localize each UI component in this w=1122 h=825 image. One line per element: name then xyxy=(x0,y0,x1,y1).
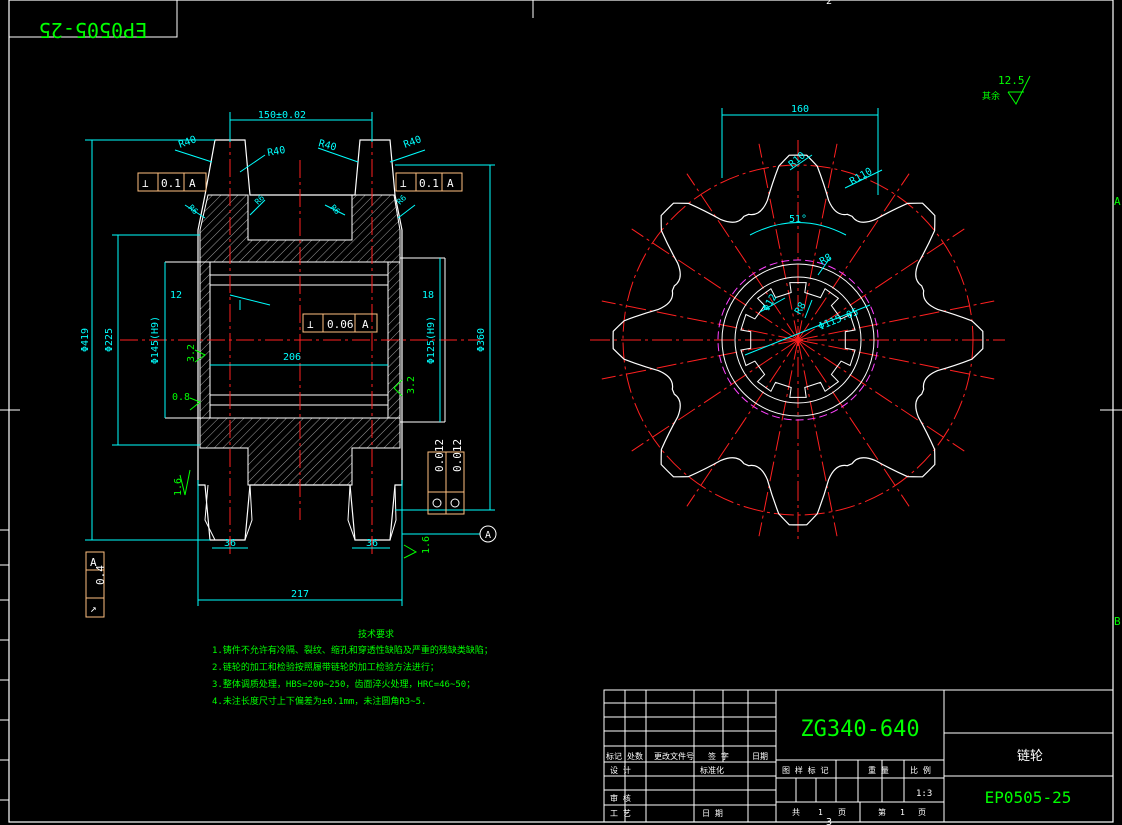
cad-drawing: 2 3 A B EP0505-25 12.5 其余 150±0.02 R40 R… xyxy=(0,0,1122,825)
svg-text:18: 18 xyxy=(422,290,434,301)
svg-text:R110: R110 xyxy=(848,166,874,188)
svg-text:工 艺: 工 艺 xyxy=(610,809,631,818)
svg-text:12.5: 12.5 xyxy=(998,74,1025,87)
svg-text:1:3: 1:3 xyxy=(916,789,932,799)
svg-text:R40: R40 xyxy=(267,145,287,159)
svg-text:1: 1 xyxy=(900,808,905,817)
svg-text:Φ419: Φ419 xyxy=(80,328,91,352)
drawing-number-top: EP0505-25 xyxy=(39,18,147,42)
svg-text:处数: 处数 xyxy=(627,751,643,761)
svg-text:3.2: 3.2 xyxy=(406,376,417,394)
title-block-text: 标记 处数 更改文件号 签 字 日期 设 计 标准化 审 核 工 艺 日 期 图… xyxy=(606,751,932,818)
svg-text:↗: ↗ xyxy=(90,602,97,615)
svg-text:页: 页 xyxy=(918,808,926,817)
svg-text:R8: R8 xyxy=(818,252,834,268)
svg-text:R6: R6 xyxy=(187,203,200,216)
svg-text:R6: R6 xyxy=(329,203,342,216)
drawing-number-label: EP0505-25 xyxy=(985,788,1072,807)
svg-text:图 样 标 记: 图 样 标 记 xyxy=(782,765,828,775)
svg-text:R40: R40 xyxy=(402,134,423,151)
radial-centerline xyxy=(797,339,965,452)
left-margin-ticks xyxy=(0,529,9,801)
svg-text:日期: 日期 xyxy=(752,752,768,761)
svg-text:1.6: 1.6 xyxy=(173,478,184,496)
svg-text:审 核: 审 核 xyxy=(610,793,631,803)
svg-text:更改文件号: 更改文件号 xyxy=(654,751,694,761)
svg-text:0.8: 0.8 xyxy=(172,392,190,403)
datum-a-label: A xyxy=(485,530,491,541)
radial-centerline xyxy=(631,228,799,341)
frame-mark-bottom: 3 xyxy=(826,817,832,825)
svg-text:标准化: 标准化 xyxy=(700,765,724,775)
svg-text:R40: R40 xyxy=(177,134,198,151)
svg-text:160: 160 xyxy=(791,104,809,115)
svg-text:其余: 其余 xyxy=(982,90,1000,102)
front-dim-text: 160 51° R10 R110 Φ12 R8 R8 Φ115.05 xyxy=(761,104,874,333)
svg-text:比 例: 比 例 xyxy=(910,765,931,775)
roughness-general: 12.5 其余 xyxy=(982,74,1031,105)
svg-text:R40: R40 xyxy=(317,138,337,153)
svg-text:3.整体调质处理，HBS=200~250，齿面淬火处理，HR: 3.整体调质处理，HBS=200~250，齿面淬火处理，HRC=46~50； xyxy=(212,678,475,690)
svg-text:Φ145(H9): Φ145(H9) xyxy=(150,316,161,364)
svg-text:A: A xyxy=(189,177,196,190)
svg-text:0.1: 0.1 xyxy=(419,177,439,190)
svg-text:A: A xyxy=(447,177,454,190)
svg-text:设 计: 设 计 xyxy=(610,765,631,775)
svg-text:1: 1 xyxy=(818,808,823,817)
svg-text:⊥: ⊥ xyxy=(400,177,407,190)
frame-mark-right-b: B xyxy=(1114,615,1121,628)
svg-text:标记: 标记 xyxy=(606,751,622,761)
svg-text:36: 36 xyxy=(224,538,236,549)
cylindricity-symbol xyxy=(450,498,460,508)
svg-text:51°: 51° xyxy=(789,214,807,225)
svg-text:4.未注长度尺寸上下偏差为±0.1mm，未注圆角R3~5.: 4.未注长度尺寸上下偏差为±0.1mm，未注圆角R3~5. xyxy=(212,695,426,707)
outer-frame xyxy=(8,0,1114,823)
svg-text:36: 36 xyxy=(366,538,378,549)
svg-text:0.1: 0.1 xyxy=(161,177,181,190)
front-view xyxy=(590,140,1005,540)
svg-text:重 量: 重 量 xyxy=(868,765,889,775)
svg-text:1.6: 1.6 xyxy=(421,536,432,554)
frame-mark-right-a: A xyxy=(1114,195,1121,208)
radial-centerline xyxy=(686,339,799,507)
svg-text:⊥: ⊥ xyxy=(142,177,149,190)
svg-text:2.链轮的加工和检验按照履带链轮的加工检验方法进行；: 2.链轮的加工和检验按照履带链轮的加工检验方法进行； xyxy=(212,661,439,673)
svg-text:⊥: ⊥ xyxy=(307,318,314,331)
radial-centerline xyxy=(686,173,799,341)
svg-text:第: 第 xyxy=(878,807,886,817)
svg-text:217: 217 xyxy=(291,589,309,600)
svg-text:1.铸件不允许有冷隔、裂纹、缩孔和穿透性缺陷及严重的残缺类缺: 1.铸件不允许有冷隔、裂纹、缩孔和穿透性缺陷及严重的残缺类缺陷； xyxy=(212,644,493,656)
svg-text:共: 共 xyxy=(792,808,800,817)
svg-text:技术要求: 技术要求 xyxy=(358,628,394,640)
svg-text:Φ225: Φ225 xyxy=(104,328,115,352)
svg-text:R10: R10 xyxy=(787,150,808,170)
svg-text:页: 页 xyxy=(838,808,846,817)
radial-centerline xyxy=(631,339,799,452)
svg-text:Φ125(H9): Φ125(H9) xyxy=(426,316,437,364)
svg-text:0.4: 0.4 xyxy=(94,565,107,585)
front-dimensions xyxy=(721,108,883,356)
frame-mark-top: 2 xyxy=(826,0,832,7)
radial-centerline xyxy=(797,339,910,507)
svg-text:206: 206 xyxy=(283,352,301,363)
svg-text:12: 12 xyxy=(170,290,182,301)
svg-text:3.2: 3.2 xyxy=(186,344,197,362)
material-label: ZG340-640 xyxy=(800,717,919,742)
svg-text:150±0.02: 150±0.02 xyxy=(258,110,306,121)
part-name-label: 链轮 xyxy=(1017,749,1043,764)
svg-text:0.012: 0.012 xyxy=(451,439,464,472)
svg-text:日 期: 日 期 xyxy=(702,809,723,818)
circularity-symbol xyxy=(432,498,442,508)
svg-text:0.012: 0.012 xyxy=(433,439,446,472)
svg-text:0.06: 0.06 xyxy=(327,318,354,331)
svg-text:Φ360: Φ360 xyxy=(476,328,487,352)
svg-text:A: A xyxy=(362,318,369,331)
tech-requirements: 技术要求 1.铸件不允许有冷隔、裂纹、缩孔和穿透性缺陷及严重的残缺类缺陷； 2.… xyxy=(212,628,493,707)
svg-text:签 字: 签 字 xyxy=(708,751,729,761)
